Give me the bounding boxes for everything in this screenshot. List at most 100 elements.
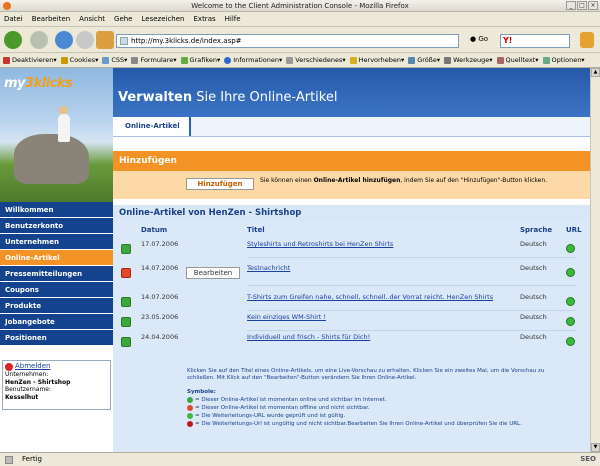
online-status-icon [121, 297, 131, 307]
header-photo: my3klicks [0, 68, 113, 202]
options-icon [542, 56, 550, 64]
menu-extras[interactable]: Extras [194, 15, 216, 23]
sidebar-nav: Willkommen Benutzerkonto Unternehmen Onl… [0, 202, 113, 346]
go-button[interactable]: ● Go [470, 35, 488, 43]
menu-datei[interactable]: Datei [4, 15, 23, 23]
forward-arrow-icon[interactable] [30, 31, 48, 49]
seo-badge[interactable]: SEO [580, 453, 596, 466]
article-title-link[interactable]: Kein einziges WM-Shirt ! [247, 313, 326, 321]
bookmarks-icon[interactable] [580, 32, 594, 48]
vertical-scrollbar[interactable]: ▲ ▼ [590, 68, 600, 452]
url-valid-icon [566, 337, 575, 346]
scroll-down-arrow-icon[interactable]: ▼ [591, 443, 600, 452]
web-developer-toolbar: Deaktivieren▾ Cookies▾ CSS▾ Formulare▾ G… [0, 53, 600, 68]
user-name: Kesselhut [5, 393, 39, 401]
cookie-icon [60, 56, 68, 64]
user-label: Benutzername: [5, 386, 52, 393]
toolbar-quelltext[interactable]: Quelltext▾ [496, 56, 539, 64]
toolbar-informationen[interactable]: Informationen▾ [224, 56, 282, 64]
status-bar: Fertig SEO [0, 452, 600, 466]
highlight-icon [349, 56, 357, 64]
article-date: 14.07.2006 [141, 264, 179, 272]
article-title-link[interactable]: Styleshirts und Retroshirts bei HenZen S… [247, 240, 393, 248]
sidebar-item-willkommen[interactable]: Willkommen [0, 202, 113, 218]
favicon-icon [120, 37, 128, 45]
online-status-icon [121, 337, 131, 347]
info-icon [224, 56, 232, 64]
sidebar-item-online-artikel[interactable]: Online-Artikel [0, 250, 113, 266]
sidebar-item-produkte[interactable]: Produkte [0, 298, 113, 314]
navigation-toolbar: http://my.3klicks.de/index.asp# ● Go Y! [0, 27, 600, 53]
toolbar-verschiedenes[interactable]: Verschiedenes▾ [286, 56, 346, 64]
menu-ansicht[interactable]: Ansicht [79, 15, 105, 23]
article-title-link[interactable]: T-Shirts zum Greifen nahe, schnell, schn… [247, 293, 493, 301]
close-button[interactable]: × [588, 1, 598, 10]
url-valid-icon [566, 268, 575, 277]
toolbar-formulare[interactable]: Formulare▾ [131, 56, 177, 64]
offline-status-icon [187, 405, 193, 411]
logout-link[interactable]: Abmelden [5, 363, 108, 371]
article-date: 24.04.2006 [141, 333, 179, 341]
article-language: Deutsch [520, 313, 547, 321]
table-row: 23.05.2006 Kein einziges WM-Shirt ! Deut… [113, 311, 590, 331]
page-viewport: my3klicks Willkommen Benutzerkonto Unter… [0, 68, 590, 452]
tools-icon [444, 56, 452, 64]
toolbar-werkzeuge[interactable]: Werkzeuge▾ [444, 56, 493, 64]
article-list: Datum Titel Sprache URL 17.07.2006 Style… [113, 222, 590, 452]
search-input[interactable]: Y! [500, 34, 570, 48]
sidebar-item-pressemitteilungen[interactable]: Pressemitteilungen [0, 266, 113, 282]
menu-gehe[interactable]: Gehe [114, 15, 132, 23]
window-title: Welcome to the Client Administration Con… [191, 2, 409, 10]
url-valid-icon [566, 297, 575, 306]
home-icon[interactable] [96, 31, 114, 49]
article-title-link[interactable]: Individuell und frisch - Shirts für Dich… [247, 333, 370, 341]
edit-button[interactable]: Bearbeiten [186, 267, 240, 279]
usage-hint: Klicken Sie auf den Titel eines Online-A… [187, 368, 545, 381]
url-bar[interactable]: http://my.3klicks.de/index.asp# [116, 34, 459, 48]
article-title-link[interactable]: Testnachricht [247, 264, 290, 272]
article-language: Deutsch [520, 264, 547, 272]
toolbar-css[interactable]: CSS▾ [102, 56, 127, 64]
add-button[interactable]: Hinzufügen [186, 178, 254, 190]
minimize-button[interactable]: _ [566, 1, 576, 10]
left-column: my3klicks Willkommen Benutzerkonto Unter… [0, 68, 113, 452]
misc-icon [286, 56, 294, 64]
toolbar-groesse[interactable]: Größe▾ [408, 56, 440, 64]
sidebar-item-benutzerkonto[interactable]: Benutzerkonto [0, 218, 113, 234]
menu-hilfe[interactable]: Hilfe [225, 15, 241, 23]
reload-icon[interactable] [55, 31, 73, 49]
url-valid-icon [566, 244, 575, 253]
online-status-icon [121, 317, 131, 327]
site-logo[interactable]: my3klicks [4, 76, 73, 91]
url-text: http://my.3klicks.de/index.asp# [131, 37, 242, 45]
maximize-button[interactable]: □ [577, 1, 587, 10]
legend-item: = Dieser Online-Artikel ist momentan onl… [187, 396, 522, 404]
online-status-icon [187, 397, 193, 403]
scroll-up-arrow-icon[interactable]: ▲ [591, 68, 600, 77]
back-arrow-icon[interactable] [4, 31, 22, 49]
menu-bearbeiten[interactable]: Bearbeiten [32, 15, 70, 23]
article-date: 17.07.2006 [141, 240, 179, 248]
row-divider [247, 285, 576, 286]
breadcrumb-bar: Online-Artikel [113, 117, 590, 137]
menu-lesezeichen[interactable]: Lesezeichen [142, 15, 185, 23]
sidebar-item-unternehmen[interactable]: Unternehmen [0, 234, 113, 250]
tab-online-artikel[interactable]: Online-Artikel [113, 117, 191, 136]
logout-icon [5, 363, 13, 371]
sidebar-item-jobangebote[interactable]: Jobangebote [0, 314, 113, 330]
row-divider [247, 257, 576, 258]
toolbar-optionen[interactable]: Optionen▾ [542, 56, 585, 64]
page-header: Verwalten Sie Ihre Online-Artikel [113, 68, 590, 117]
toolbar-grafiken[interactable]: Grafiken▾ [180, 56, 220, 64]
main-content: Hinzufügen Hinzufügen Sie können einen O… [113, 146, 590, 452]
stop-icon[interactable] [76, 31, 94, 49]
rock-shape [14, 134, 89, 184]
article-date: 14.07.2006 [141, 293, 179, 301]
toolbar-cookies[interactable]: Cookies▾ [60, 56, 98, 64]
toolbar-deaktivieren[interactable]: Deaktivieren▾ [3, 56, 57, 64]
sidebar-item-coupons[interactable]: Coupons [0, 282, 113, 298]
toolbar-hervorheben[interactable]: Hervorheben▾ [349, 56, 404, 64]
offline-status-icon [121, 268, 131, 278]
sidebar-item-positionen[interactable]: Positionen [0, 330, 113, 346]
article-date: 23.05.2006 [141, 313, 179, 321]
